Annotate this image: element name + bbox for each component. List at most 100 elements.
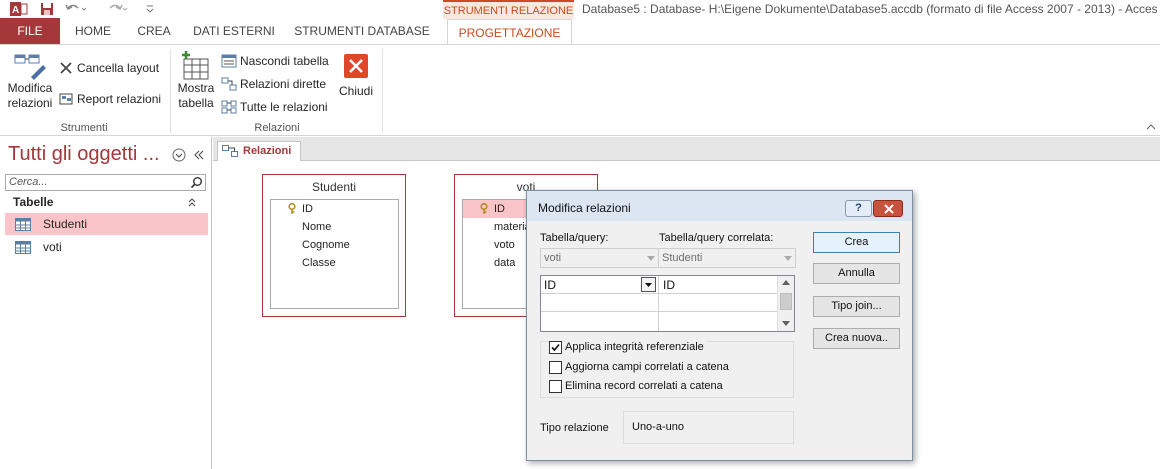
tab-progettazione[interactable]: PROGETTAZIONE [447, 19, 572, 45]
chiudi-label: Chiudi [338, 84, 374, 98]
nav-search-input[interactable]: Cerca... [5, 174, 206, 191]
hide-table-icon [221, 54, 237, 68]
redo-icon[interactable] [106, 1, 130, 17]
modifica-relazioni-button[interactable]: Modifica relazioni [5, 51, 55, 111]
combo-value: Studenti [662, 252, 703, 264]
scroll-thumb[interactable] [780, 293, 792, 310]
field-mapping-grid: ID ID [540, 275, 795, 332]
tab-strumenti-database[interactable]: STRUMENTI DATABASE [290, 18, 434, 44]
group-label-strumenti: Strumenti [60, 122, 108, 134]
tab-crea[interactable]: CREA [128, 18, 180, 44]
collapse-pane-icon[interactable] [193, 149, 205, 161]
modifica-relazioni-label-1: Modifica [7, 81, 53, 95]
field-list: ID Nome Cognome Classe [270, 199, 399, 309]
chiudi-button[interactable]: Chiudi [336, 53, 376, 99]
relazioni-dirette-button[interactable]: Relazioni dirette [221, 75, 326, 93]
search-icon[interactable] [190, 176, 203, 189]
nascondi-tabella-button[interactable]: Nascondi tabella [221, 52, 329, 70]
table-box-studenti[interactable]: Studenti ID Nome Cognome Classe [262, 174, 406, 317]
table-icon [15, 240, 31, 254]
nav-item-studenti[interactable]: Studenti [5, 213, 208, 235]
report-relazioni-button[interactable]: Report relazioni [59, 90, 161, 108]
section-collapse-icon[interactable] [187, 197, 197, 207]
tabella-query-label: Tabella/query: [540, 232, 609, 244]
cascade-delete-checkbox[interactable] [549, 380, 562, 393]
cascade-update-label[interactable]: Aggiorna campi correlati a catena [565, 361, 729, 373]
grid-scrollbar[interactable] [777, 276, 794, 331]
tab-home[interactable]: HOME [66, 18, 120, 44]
integrity-checkbox[interactable] [549, 341, 562, 354]
crea-button[interactable]: Crea [813, 232, 900, 253]
tutte-relazioni-button[interactable]: Tutte le relazioni [221, 98, 328, 116]
field-row[interactable]: Classe [271, 254, 398, 272]
field-name: Classe [302, 257, 336, 269]
direct-relationships-icon [221, 77, 237, 91]
field-row[interactable]: Nome [271, 218, 398, 236]
grid-cell-empty[interactable] [659, 294, 777, 312]
dialog-title: Modifica relazioni [538, 201, 631, 215]
field-row[interactable]: Cognome [271, 236, 398, 254]
nav-pane-menu-icon[interactable] [172, 148, 186, 162]
nav-pane-title[interactable]: Tutti gli oggetti ... [8, 143, 160, 166]
tab-file[interactable]: FILE [0, 18, 60, 44]
grid-cell-empty[interactable] [541, 294, 659, 312]
chevron-down-icon [647, 256, 655, 261]
undo-icon[interactable] [64, 1, 88, 17]
tipo-join-button[interactable]: Tipo join... [813, 296, 900, 317]
nav-section-tabelle[interactable]: Tabelle [13, 195, 53, 209]
field-row[interactable]: ID [271, 200, 398, 218]
tutte-relazioni-label: Tutte le relazioni [240, 100, 328, 114]
edit-relationships-dialog: Modifica relazioni ? Tabella/query: Tabe… [526, 190, 913, 461]
grid-cell-left[interactable]: ID [541, 276, 659, 294]
cancella-layout-button[interactable]: Cancella layout [59, 59, 159, 77]
ribbon: Modifica relazioni Cancella layout Repor… [0, 44, 1160, 136]
table-box-title: Studenti [311, 180, 357, 194]
ribbon-separator [382, 49, 383, 133]
group-label-relazioni: Relazioni [254, 122, 300, 134]
mostra-tabella-label-1: Mostra [177, 81, 215, 95]
mostra-tabella-button[interactable]: Mostra tabella [176, 51, 216, 111]
chevron-down-icon[interactable] [641, 277, 656, 292]
customize-qat-icon[interactable] [144, 1, 156, 17]
integrity-label[interactable]: Applica integrità referenziale [565, 341, 707, 353]
show-table-icon [180, 51, 212, 81]
cancella-layout-label: Cancella layout [77, 61, 160, 75]
doc-tab-relazioni[interactable]: Relazioni [217, 141, 301, 161]
cascade-update-checkbox[interactable] [549, 361, 562, 374]
dialog-close-button[interactable] [873, 200, 903, 217]
help-button[interactable]: ? [845, 200, 872, 217]
tabella-query-combo[interactable]: voti [540, 248, 659, 268]
table-icon [15, 217, 31, 231]
help-icon: ? [855, 202, 862, 214]
collapse-ribbon-icon[interactable] [1146, 123, 1156, 131]
nascondi-tabella-label: Nascondi tabella [240, 54, 329, 68]
save-icon[interactable] [38, 1, 56, 17]
tabella-correlata-combo[interactable]: Studenti [658, 248, 796, 268]
scroll-up-icon[interactable] [782, 280, 790, 285]
svg-text:A: A [12, 5, 19, 16]
grid-cell-right[interactable]: ID [659, 276, 777, 294]
crea-nuova-button[interactable]: Crea nuova.. [813, 328, 900, 349]
tipo-relazione-value: Uno-a-uno [623, 411, 794, 444]
modifica-relazioni-label-2: relazioni [7, 96, 53, 110]
close-x-icon [884, 204, 894, 214]
scroll-down-icon[interactable] [782, 321, 790, 326]
app-logo-icon[interactable]: A [8, 1, 30, 17]
cascade-delete-label[interactable]: Elimina record correlati a catena [565, 380, 723, 392]
report-relazioni-label: Report relazioni [77, 92, 162, 106]
field-name: ID [302, 203, 313, 215]
window-title: Database5 : Database- H:\Eigene Dokument… [582, 2, 1157, 16]
primary-key-icon [287, 203, 297, 215]
navigation-pane: Tutti gli oggetti ... Cerca... Tabelle S… [0, 137, 212, 469]
report-icon [59, 92, 73, 106]
mostra-tabella-label-2: tabella [178, 96, 214, 110]
nav-item-voti[interactable]: voti [5, 236, 208, 258]
tab-dati-esterni[interactable]: DATI ESTERNI [188, 18, 280, 44]
chevron-down-icon [784, 256, 792, 261]
close-icon [343, 53, 369, 79]
annulla-button[interactable]: Annulla [813, 263, 900, 284]
field-name: voto [494, 239, 515, 251]
field-name: Cognome [302, 239, 350, 251]
grid-cell-value: ID [544, 278, 556, 292]
grid-cell-empty[interactable] [541, 312, 659, 331]
